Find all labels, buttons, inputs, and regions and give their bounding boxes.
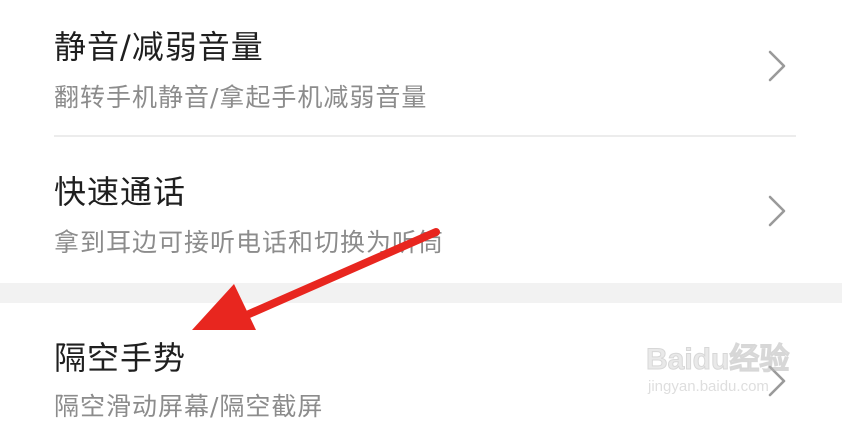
settings-item-title: 静音/减弱音量: [54, 28, 264, 66]
watermark-logo-text: Baidu经验: [645, 343, 790, 377]
settings-item-mute-reduce-volume[interactable]: 静音/减弱音量 翻转手机静音/拿起手机减弱音量: [0, 0, 842, 136]
chevron-right-icon: [768, 195, 786, 227]
chevron-right-icon: [768, 50, 786, 82]
settings-item-quick-call[interactable]: 快速通话 拿到耳边可接听电话和切换为听筒: [0, 137, 842, 283]
settings-item-title: 隔空手势: [54, 339, 187, 377]
gesture-settings-page: 静音/减弱音量 翻转手机静音/拿起手机减弱音量 快速通话 拿到耳边可接听电话和切…: [0, 0, 842, 424]
settings-item-subtitle: 隔空滑动屏幕/隔空截屏: [54, 392, 324, 421]
settings-item-subtitle: 翻转手机静音/拿起手机减弱音量: [54, 83, 428, 112]
settings-item-subtitle: 拿到耳边可接听电话和切换为听筒: [54, 228, 445, 257]
settings-item-title: 快速通话: [54, 173, 187, 211]
section-separator: [0, 283, 842, 303]
baidu-jingyan-watermark: Baidu经验 jingyan.baidu.com: [645, 334, 806, 404]
watermark-url-text: jingyan.baidu.com: [648, 378, 769, 395]
